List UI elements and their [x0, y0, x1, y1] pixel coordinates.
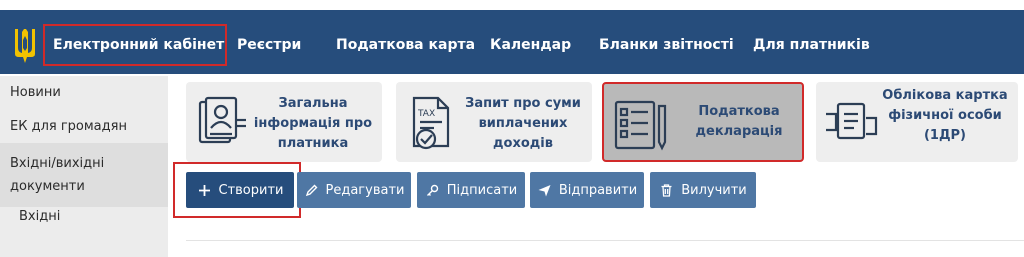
sidebar: Новини ЕК для громадян Вхідні/вихідні до…: [0, 76, 168, 257]
card-registration-card[interactable]: Облікова картка фізичної особи (1ДР): [816, 82, 1018, 162]
content-divider: [186, 240, 1024, 241]
nav-calendar-label: Календар: [490, 37, 572, 53]
send-button[interactable]: Відправити: [530, 172, 644, 208]
sidebar-item-news-label: Новини: [10, 85, 61, 100]
nav-for-payers-label: Для платників: [753, 37, 870, 53]
card-tax-declaration[interactable]: Податкова декларація: [602, 82, 804, 162]
tax-document-icon: TAX: [412, 96, 450, 150]
nav-report-forms[interactable]: Бланки звітності: [599, 24, 734, 66]
card-income-request-label: Запит про суми виплачених доходів: [465, 96, 581, 151]
pencil-icon: [305, 184, 318, 196]
sidebar-item-incoming[interactable]: Вхідні: [19, 209, 187, 224]
taxpayer-profile-icon: [198, 96, 246, 144]
delete-button[interactable]: Вилучити: [650, 172, 756, 208]
main-content: Загальна інформація про платника TAX Запит…: [168, 76, 1024, 257]
create-button-label: Створити: [218, 182, 284, 198]
nav-registers[interactable]: Реєстри: [237, 24, 301, 66]
nav-tax-map[interactable]: Податкова карта: [336, 24, 475, 66]
nav-tax-map-label: Податкова карта: [336, 37, 476, 53]
sidebar-item-ek-for-citizens[interactable]: ЕК для громадян: [10, 119, 178, 134]
sidebar-item-news[interactable]: Новини: [10, 85, 178, 100]
card-general-info-label: Загальна інформація про платника: [253, 96, 373, 151]
edit-button-label: Редагувати: [325, 182, 405, 198]
trident-icon: [12, 26, 38, 66]
sidebar-item-incoming-outgoing[interactable]: Вхідні/вихідні документи: [0, 143, 168, 207]
create-button[interactable]: Створити: [186, 172, 294, 208]
card-income-request[interactable]: TAX Запит про суми виплачених доходів: [396, 82, 592, 162]
card-registration-card-label: Облікова картка фізичної особи (1ДР): [882, 88, 1008, 143]
nav-calendar[interactable]: Календар: [490, 24, 571, 66]
registration-card-icon: [826, 102, 878, 140]
delete-button-label: Вилучити: [681, 182, 747, 198]
key-icon: [426, 184, 438, 196]
trash-icon: [661, 183, 672, 197]
nav-for-payers[interactable]: Для платників: [753, 24, 870, 66]
sidebar-item-docs-label-line2: документи: [10, 179, 85, 194]
sign-button[interactable]: Підписати: [417, 172, 525, 208]
send-button-label: Відправити: [558, 182, 638, 198]
declaration-checklist-icon: [614, 100, 667, 151]
svg-text:TAX: TAX: [417, 109, 435, 119]
send-icon: [538, 184, 551, 196]
card-general-info[interactable]: Загальна інформація про платника: [186, 82, 382, 162]
nav-report-forms-label: Бланки звітності: [599, 37, 734, 53]
edit-button[interactable]: Редагувати: [297, 172, 411, 208]
sign-button-label: Підписати: [446, 182, 518, 198]
sidebar-item-docs-label-line1: Вхідні/вихідні: [10, 156, 105, 171]
app-title-label: Електронний кабінет: [53, 37, 225, 53]
plus-icon: [198, 184, 210, 196]
nav-registers-label: Реєстри: [237, 37, 302, 53]
top-navigation-bar: Електронний кабінет Реєстри Податкова ка…: [0, 10, 1024, 74]
sidebar-item-ek-label: ЕК для громадян: [10, 119, 127, 134]
card-tax-declaration-label: Податкова декларація: [695, 104, 783, 139]
electronic-cabinet-link[interactable]: Електронний кабінет: [43, 24, 227, 66]
sidebar-item-incoming-label: Вхідні: [19, 209, 61, 224]
